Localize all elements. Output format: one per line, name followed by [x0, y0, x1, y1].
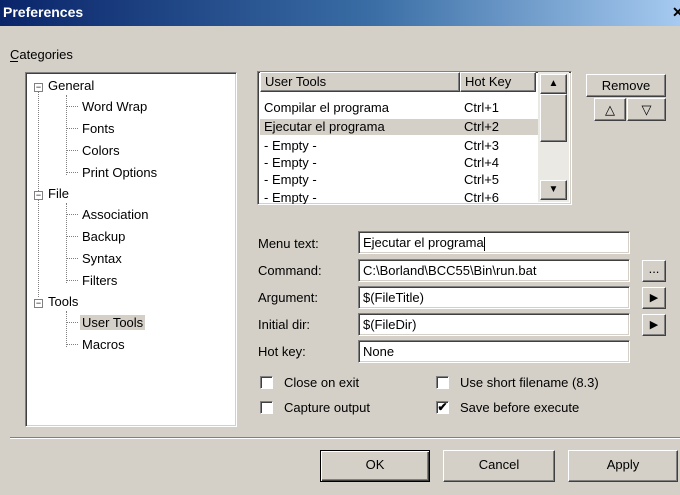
tree-branch [66, 236, 78, 237]
capture-output-label: Capture output [284, 400, 371, 415]
window-title: Preferences [3, 4, 84, 20]
use-short-filename-label: Use short filename (8.3) [460, 375, 599, 390]
categories-accelerator-underline [10, 61, 18, 62]
categories-label: Categories [10, 47, 73, 62]
checkmark-icon: ✔ [437, 400, 448, 414]
move-up-button[interactable]: △ [594, 98, 626, 121]
tool-name: - Empty - [264, 172, 317, 187]
list-row[interactable]: - Empty - Ctrl+3 [260, 138, 538, 154]
tool-hotkey: Ctrl+4 [464, 155, 500, 170]
tree-expander-tools[interactable]: − [34, 299, 43, 308]
menu-text-field[interactable]: Ejecutar el programa [358, 231, 630, 254]
ok-button[interactable]: OK [320, 450, 430, 482]
tool-name: - Empty - [264, 190, 317, 205]
close-on-exit-checkbox[interactable] [260, 376, 273, 389]
initial-dir-field[interactable]: $(FileDir) [358, 313, 630, 336]
tree-node-colors[interactable]: Colors [82, 143, 120, 158]
argument-menu-arrow-icon[interactable]: ▶ [642, 287, 666, 309]
tree-node-word-wrap[interactable]: Word Wrap [82, 99, 147, 114]
tree-node-print-options[interactable]: Print Options [82, 165, 157, 180]
tree-node-fonts[interactable]: Fonts [82, 121, 115, 136]
tree-general-line [66, 95, 67, 175]
tree-node-user-tools[interactable]: User Tools [80, 315, 146, 330]
menu-text-value: Ejecutar el programa [363, 235, 484, 250]
user-tools-list[interactable]: User Tools Hot Key Compilar el programa … [257, 71, 572, 205]
initial-dir-menu-arrow-icon[interactable]: ▶ [642, 314, 666, 336]
close-icon[interactable]: ✕ [672, 5, 680, 19]
tree-branch [66, 214, 78, 215]
tool-name: - Empty - [264, 155, 317, 170]
list-row[interactable]: - Empty - Ctrl+6 [260, 190, 538, 205]
save-before-execute-checkbox[interactable]: ✔ [436, 401, 449, 414]
cancel-button[interactable]: Cancel [443, 450, 555, 482]
tree-node-syntax[interactable]: Syntax [82, 251, 122, 266]
tree-file-line [66, 203, 67, 283]
initial-dir-label: Initial dir: [258, 317, 311, 332]
tree-branch [66, 150, 78, 151]
capture-output-checkbox[interactable] [260, 401, 273, 414]
tree-branch [66, 280, 78, 281]
save-before-execute-label: Save before execute [460, 400, 580, 415]
tool-name: Ejecutar el programa [264, 119, 385, 134]
tree-node-general[interactable]: General [48, 78, 94, 93]
command-label: Command: [258, 263, 322, 278]
column-header-user-tools[interactable]: User Tools [260, 72, 460, 92]
tree-branch [66, 344, 78, 345]
tool-hotkey: Ctrl+1 [464, 100, 500, 115]
tree-branch [66, 106, 78, 107]
column-header-hot-key[interactable]: Hot Key [460, 72, 536, 92]
argument-label: Argument: [258, 290, 318, 305]
tool-hotkey: Ctrl+6 [464, 190, 500, 205]
tree-node-filters[interactable]: Filters [82, 273, 117, 288]
tree-node-macros[interactable]: Macros [82, 337, 125, 352]
list-row[interactable]: - Empty - Ctrl+4 [260, 155, 538, 171]
apply-button[interactable]: Apply [568, 450, 678, 482]
tree-node-backup[interactable]: Backup [82, 229, 125, 244]
tree-node-association[interactable]: Association [82, 207, 148, 222]
list-row[interactable]: - Empty - Ctrl+5 [260, 172, 538, 188]
title-bar: Preferences ✕ [0, 0, 680, 26]
use-short-filename-checkbox[interactable] [436, 376, 449, 389]
hot-key-label: Hot key: [258, 344, 306, 359]
tree-expander-general[interactable]: − [34, 83, 43, 92]
tree-node-file[interactable]: File [48, 186, 69, 201]
tool-hotkey: Ctrl+5 [464, 172, 500, 187]
argument-field[interactable]: $(FileTitle) [358, 286, 630, 309]
scroll-down-icon[interactable]: ▼ [540, 180, 567, 200]
scroll-thumb[interactable] [540, 94, 567, 142]
tool-name: Compilar el programa [264, 100, 389, 115]
command-field[interactable]: C:\Borland\BCC55\Bin\run.bat [358, 259, 630, 282]
text-cursor [483, 236, 485, 251]
categories-label-text: Categories [10, 47, 73, 62]
scroll-up-icon[interactable]: ▲ [540, 74, 567, 94]
list-scrollbar[interactable]: ▲ ▼ [538, 72, 569, 202]
separator-light [10, 438, 680, 439]
tree-tools-line [66, 311, 67, 347]
tool-hotkey: Ctrl+3 [464, 138, 500, 153]
menu-text-label: Menu text: [258, 236, 319, 251]
remove-button[interactable]: Remove [586, 74, 666, 97]
tool-name: - Empty - [264, 138, 317, 153]
move-down-button[interactable]: ▽ [627, 98, 666, 121]
category-tree[interactable]: − General Word Wrap Fonts Colors Print O… [25, 72, 237, 427]
tree-branch [66, 172, 78, 173]
tool-hotkey: Ctrl+2 [464, 119, 500, 134]
tree-node-tools[interactable]: Tools [48, 294, 78, 309]
list-row[interactable]: Compilar el programa Ctrl+1 [260, 100, 538, 116]
tree-branch [66, 128, 78, 129]
close-on-exit-label: Close on exit [284, 375, 360, 390]
tree-branch [66, 322, 78, 323]
tree-branch [66, 258, 78, 259]
browse-button[interactable]: ... [642, 260, 666, 282]
list-row-selected[interactable]: Ejecutar el programa Ctrl+2 [260, 119, 538, 135]
tree-expander-file[interactable]: − [34, 191, 43, 200]
hot-key-field[interactable]: None [358, 340, 630, 363]
